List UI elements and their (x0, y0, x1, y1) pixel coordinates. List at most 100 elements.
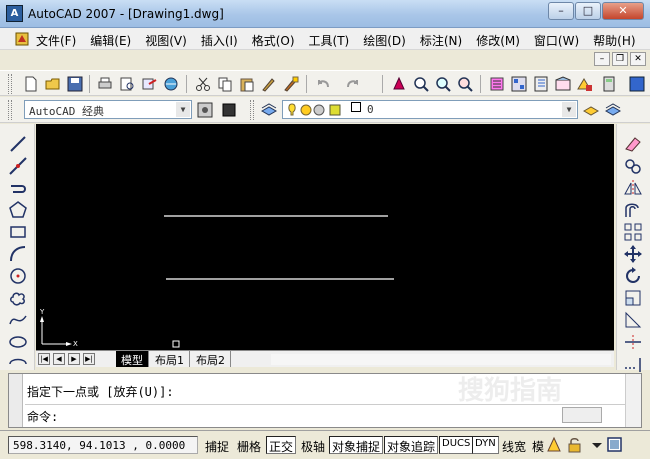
markup-set-manager-icon[interactable] (576, 75, 594, 93)
menu-window[interactable]: 窗口(W) (534, 32, 579, 49)
menu-edit[interactable]: 编辑(E) (90, 32, 131, 49)
workspace-select[interactable]: AutoCAD 经典 ▼ (24, 100, 192, 119)
mirror-icon[interactable] (623, 178, 643, 198)
command-window-grip[interactable] (9, 374, 23, 427)
command-hscroll-thumb[interactable] (562, 407, 602, 423)
drawing-canvas[interactable]: Y X (36, 124, 614, 350)
move-icon[interactable] (623, 244, 643, 264)
doc-restore-button[interactable]: ❐ (612, 52, 628, 66)
rotate-icon[interactable] (623, 266, 643, 286)
copy-object-icon[interactable] (623, 156, 643, 176)
make-object-layer-current-icon[interactable] (582, 101, 600, 119)
stretch-icon[interactable] (623, 310, 643, 330)
autocad-app-icon[interactable]: A (6, 5, 23, 22)
web-publish-icon[interactable] (162, 75, 180, 93)
polygon-icon[interactable] (8, 200, 28, 220)
polyline-icon[interactable] (8, 178, 28, 198)
rectangle-icon[interactable] (8, 222, 28, 242)
cut-icon[interactable] (194, 75, 212, 93)
tab-model[interactable]: 模型 (116, 351, 149, 367)
coordinate-display[interactable]: 598.3140, 94.1013 , 0.0000 (8, 436, 198, 454)
my-workspace-icon[interactable] (220, 101, 238, 119)
zoom-realtime-icon[interactable] (412, 75, 430, 93)
design-center-icon[interactable] (510, 75, 528, 93)
chevron-down-icon[interactable]: ▼ (562, 102, 576, 117)
menu-file[interactable]: 文件(F) (36, 32, 76, 49)
redo-icon[interactable] (344, 75, 362, 93)
paste-icon[interactable] (238, 75, 256, 93)
zoom-previous-icon[interactable] (456, 75, 474, 93)
chevron-down-icon[interactable]: ▼ (176, 102, 190, 117)
menu-help[interactable]: 帮助(H) (593, 32, 635, 49)
ortho-toggle[interactable]: 正交 (266, 436, 297, 454)
new-icon[interactable] (22, 75, 40, 93)
minimize-button[interactable]: – (548, 2, 574, 20)
spline-icon[interactable] (8, 310, 28, 330)
arc-icon[interactable] (8, 244, 28, 264)
ducs-toggle[interactable]: DUCS (439, 436, 474, 454)
otrack-toggle[interactable]: 对象追踪 (384, 436, 439, 454)
toolbar-grip[interactable] (8, 100, 12, 120)
zoom-window-icon[interactable] (434, 75, 452, 93)
polar-toggle[interactable]: 极轴 (298, 436, 328, 454)
help-icon[interactable] (628, 75, 646, 93)
toolbar-grip[interactable] (8, 74, 12, 94)
plot-preview-icon[interactable] (118, 75, 136, 93)
extend-icon[interactable] (623, 354, 643, 374)
next-tab-button[interactable]: ▶ (68, 353, 80, 365)
drawing-doc-icon[interactable] (14, 31, 30, 47)
block-editor-icon[interactable] (282, 75, 300, 93)
lock-icon[interactable] (566, 436, 583, 453)
menu-tools[interactable]: 工具(T) (309, 32, 350, 49)
menu-dimension[interactable]: 标注(N) (420, 32, 462, 49)
workspace-settings-icon[interactable] (196, 101, 214, 119)
quickcalc-icon[interactable] (600, 75, 618, 93)
status-menu-chevron-icon[interactable] (588, 436, 605, 453)
menu-format[interactable]: 格式(O) (252, 32, 295, 49)
grid-toggle[interactable]: 栅格 (234, 436, 264, 454)
menu-insert[interactable]: 插入(I) (201, 32, 238, 49)
tab-layout2[interactable]: 布局2 (191, 351, 231, 367)
ellipse-arc-icon[interactable] (8, 354, 28, 374)
ellipse-icon[interactable] (8, 332, 28, 352)
line-icon[interactable] (8, 134, 28, 154)
tab-layout1[interactable]: 布局1 (150, 351, 190, 367)
array-icon[interactable] (623, 222, 643, 242)
last-tab-button[interactable]: ▶| (83, 353, 95, 365)
match-properties-icon[interactable] (260, 75, 278, 93)
construction-line-icon[interactable] (8, 156, 28, 176)
maximize-button[interactable]: □ (575, 2, 601, 20)
trim-icon[interactable] (623, 332, 643, 352)
command-scrollbar[interactable] (625, 374, 641, 427)
lineweight-toggle[interactable]: 线宽 (499, 436, 529, 454)
scale-icon[interactable] (623, 288, 643, 308)
circle-icon[interactable] (8, 266, 28, 286)
command-prompt[interactable]: 命令: (27, 408, 58, 425)
first-tab-button[interactable]: |◀ (38, 353, 50, 365)
toolbar-grip[interactable] (250, 100, 254, 120)
offset-icon[interactable] (623, 200, 643, 220)
osnap-toggle[interactable]: 对象捕捉 (329, 436, 384, 454)
publish-icon[interactable] (140, 75, 158, 93)
copy-icon[interactable] (216, 75, 234, 93)
prev-tab-button[interactable]: ◀ (53, 353, 65, 365)
layer-previous-icon[interactable] (604, 101, 622, 119)
menu-view[interactable]: 视图(V) (145, 32, 187, 49)
plot-icon[interactable] (96, 75, 114, 93)
snap-toggle[interactable]: 捕捉 (202, 436, 232, 454)
pan-realtime-icon[interactable] (390, 75, 408, 93)
properties-icon[interactable] (488, 75, 506, 93)
annotation-scale-icon[interactable] (546, 436, 563, 453)
erase-icon[interactable] (623, 134, 643, 154)
layer-properties-icon[interactable] (260, 101, 278, 119)
undo-icon[interactable] (314, 75, 332, 93)
menu-modify[interactable]: 修改(M) (476, 32, 520, 49)
open-icon[interactable] (44, 75, 62, 93)
sheet-set-manager-icon[interactable] (554, 75, 572, 93)
revision-cloud-icon[interactable] (8, 288, 28, 308)
save-icon[interactable] (66, 75, 84, 93)
doc-close-button[interactable]: ✕ (630, 52, 646, 66)
clean-screen-icon[interactable] (606, 436, 623, 453)
menu-draw[interactable]: 绘图(D) (363, 32, 406, 49)
horizontal-scrollbar[interactable] (271, 354, 611, 365)
